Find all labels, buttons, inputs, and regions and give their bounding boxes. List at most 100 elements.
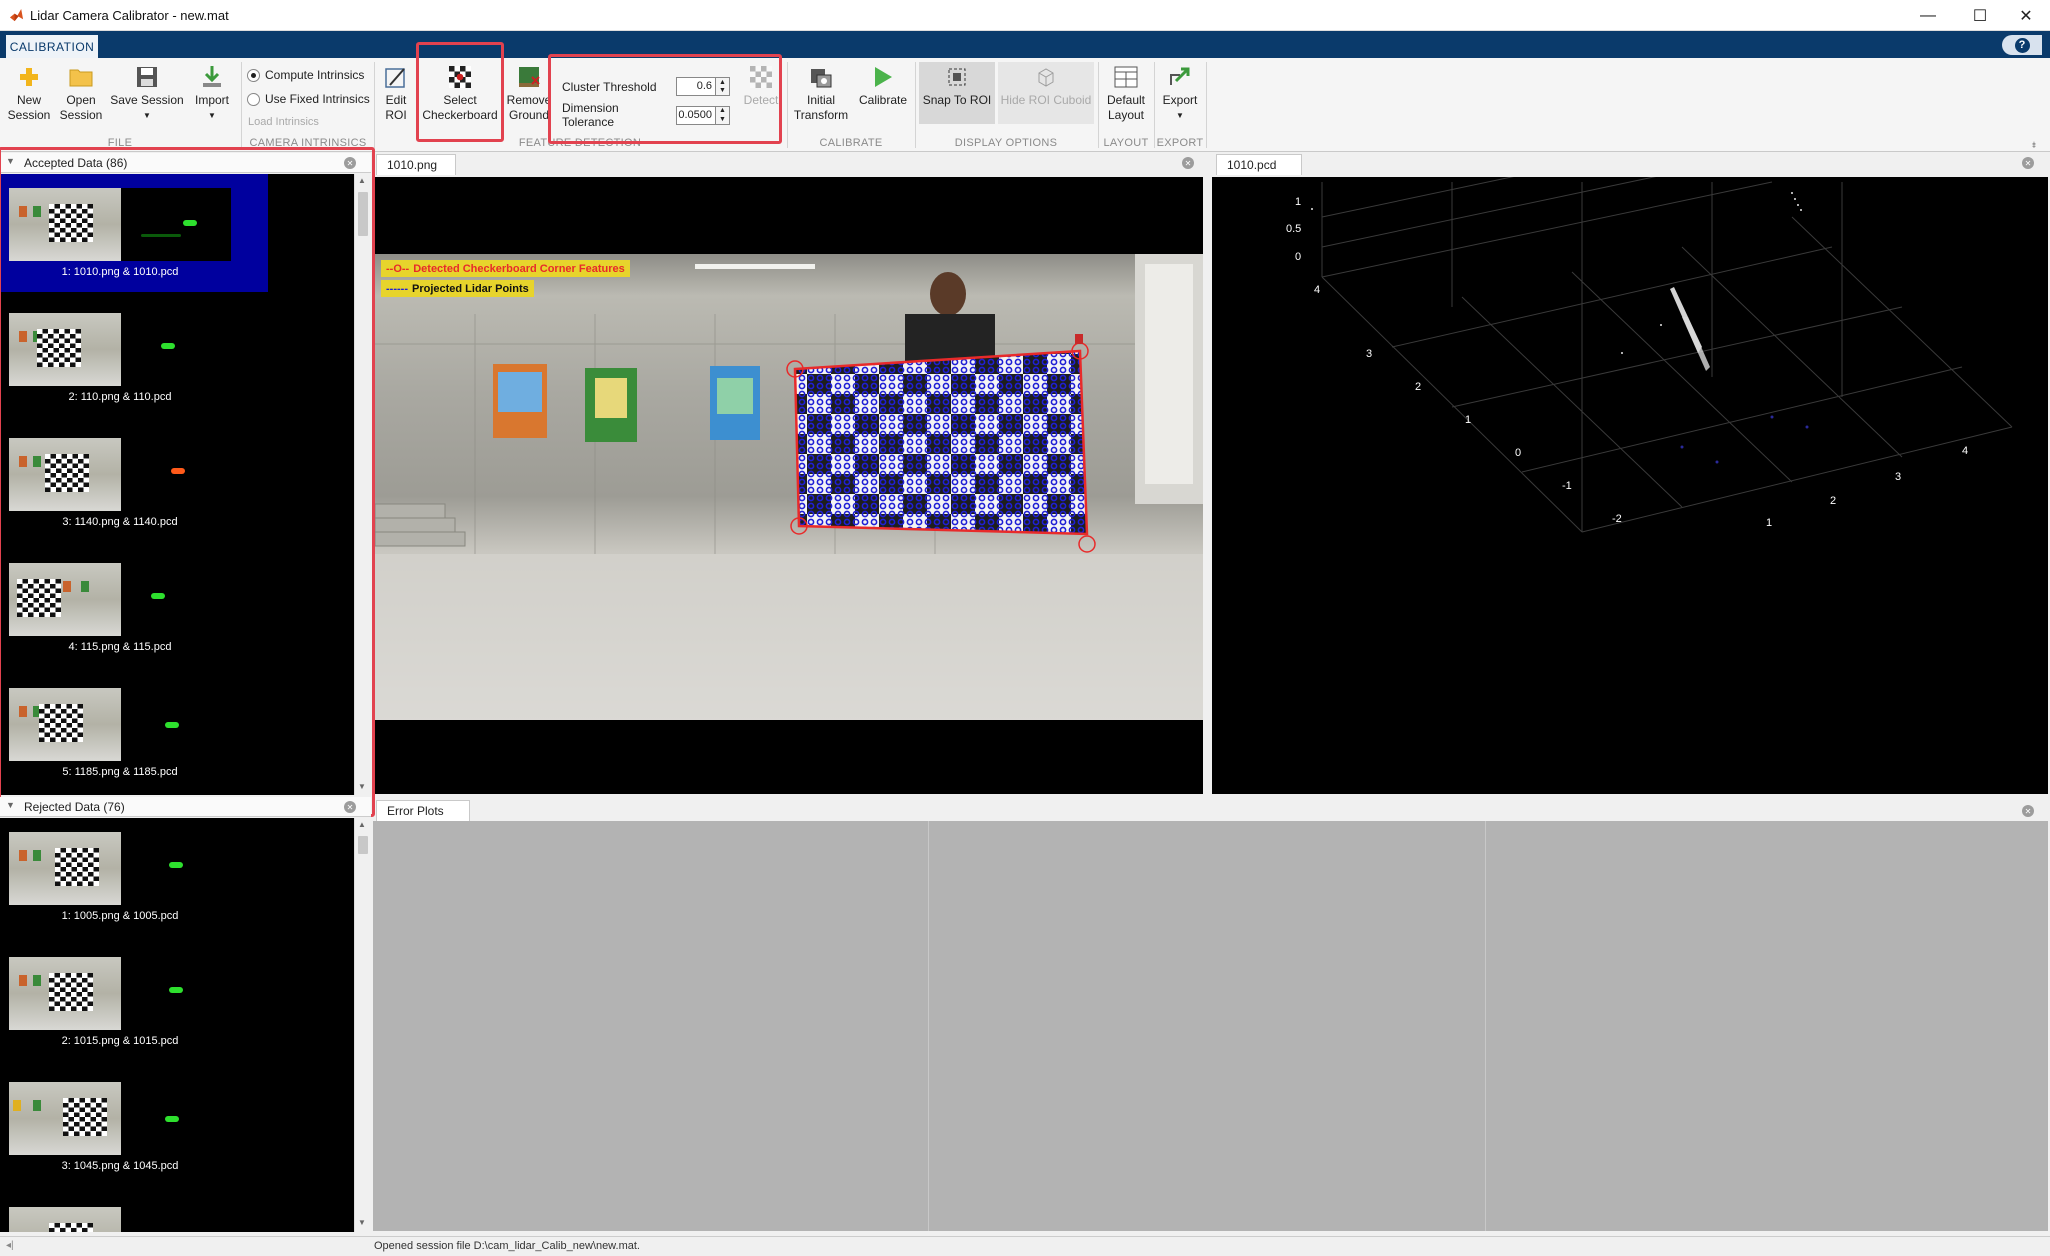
load-intrinsics-button[interactable]: Load Intrinsics <box>248 116 319 128</box>
list-item-rejected[interactable]: 3: 1045.png & 1045.pcd <box>0 1068 268 1186</box>
window-title: Lidar Camera Calibrator - new.mat <box>30 8 229 23</box>
y-tick-label: 1 <box>1465 414 1472 426</box>
new-session-button[interactable]: New Session <box>6 64 52 123</box>
open-session-button[interactable]: Open Session <box>58 64 104 123</box>
y-tick-label: 3 <box>1366 348 1373 360</box>
rejected-item-caption: 1: 1005.png & 1005.pcd <box>61 910 179 922</box>
tab-image-view[interactable]: 1010.png <box>376 154 456 175</box>
lidar-thumbnail <box>121 832 231 905</box>
camera-image: --O-- Detected Checkerboard Corner Featu… <box>375 254 1203 720</box>
status-scroll-icon[interactable]: ◂| <box>6 1240 14 1251</box>
tab-calibration[interactable]: CALIBRATION <box>6 35 98 58</box>
snap-to-roi-label: Snap To ROI <box>922 93 992 107</box>
toolstrip: New Session Open Session Save Session ▼ … <box>0 42 2050 154</box>
remove-ground-icon <box>516 64 542 90</box>
rejected-item-caption: 2: 1015.png & 1015.pcd <box>61 1035 179 1047</box>
divider <box>915 62 916 148</box>
scene-illustration <box>375 254 1203 720</box>
legend-corner-label: Detected Checkerboard Corner Features <box>413 262 625 275</box>
divider <box>787 62 788 148</box>
hide-roi-cuboid-button[interactable]: Hide ROI Cuboid <box>998 62 1094 124</box>
close-panel-icon[interactable]: ✕ <box>1182 157 1194 169</box>
new-session-label-2: Session <box>7 108 51 122</box>
rejected-scrollbar[interactable]: ▲ ▼ <box>354 818 371 1232</box>
status-text: Opened session file D:\cam_lidar_Calib_n… <box>374 1240 640 1252</box>
highlight-detection-parameters <box>548 54 782 144</box>
plot-divider <box>1485 821 1486 1231</box>
calibrate-button[interactable]: Calibrate <box>855 64 911 108</box>
close-panel-icon[interactable]: ✕ <box>344 801 356 813</box>
legend-lidar-symbol: ------ <box>386 282 408 295</box>
pointcloud-axes <box>1311 121 2013 533</box>
close-panel-icon[interactable]: ✕ <box>2022 805 2034 817</box>
status-bar: ◂| Opened session file D:\cam_lidar_Cali… <box>0 1236 2050 1256</box>
import-label: Import <box>194 93 229 107</box>
plot-divider <box>928 821 929 1231</box>
maximize-button[interactable]: ☐ <box>1957 0 2003 31</box>
x-tick-label: 1 <box>1766 517 1773 529</box>
x-tick-label: 2 <box>1830 495 1837 507</box>
image-view[interactable]: --O-- Detected Checkerboard Corner Featu… <box>375 177 1203 794</box>
y-tick-label: -2 <box>1612 513 1622 525</box>
snap-to-roi-button[interactable]: Snap To ROI <box>919 62 995 124</box>
initial-transform-button[interactable]: Initial Transform <box>791 64 851 123</box>
scroll-down-icon[interactable]: ▼ <box>358 1218 366 1227</box>
help-button[interactable]: ? <box>2002 35 2042 55</box>
open-session-label-1: Open <box>66 93 96 107</box>
rejected-data-title: Rejected Data (76) <box>24 800 125 814</box>
import-icon <box>199 64 225 90</box>
camera-image-thumbnail <box>9 957 121 1030</box>
scroll-thumb[interactable] <box>358 836 368 854</box>
save-session-dropdown-icon: ▼ <box>143 111 151 120</box>
lidar-thumbnail <box>121 957 231 1030</box>
edit-roi-label-2: ROI <box>385 108 407 122</box>
lidar-thumbnail <box>121 1082 231 1155</box>
compute-intrinsics-radio[interactable]: Compute Intrinsics <box>247 68 364 82</box>
x-tick-label: 3 <box>1895 471 1902 483</box>
scroll-up-icon[interactable]: ▲ <box>358 820 366 829</box>
initial-transform-icon <box>808 64 834 90</box>
collapse-triangle-icon[interactable]: ▼ <box>6 800 15 810</box>
import-button[interactable]: Import ▼ <box>190 64 234 123</box>
close-panel-icon[interactable]: ✕ <box>2022 157 2034 169</box>
edit-roi-icon <box>383 64 409 90</box>
remove-ground-button[interactable]: Remove Ground <box>504 64 554 123</box>
edit-roi-label-1: Edit <box>385 93 407 107</box>
help-icon: ? <box>2014 37 2030 53</box>
tab-pointcloud-view[interactable]: 1010.pcd <box>1216 154 1302 175</box>
z-tick-label: 0.5 <box>1286 223 1302 235</box>
list-item-rejected[interactable]: 1: 1005.png & 1005.pcd <box>0 818 268 936</box>
save-session-button[interactable]: Save Session ▼ <box>110 64 184 123</box>
title-bar: Lidar Camera Calibrator - new.mat — ☐ ✕ <box>0 0 2050 31</box>
rejected-data-header[interactable]: ▼ Rejected Data (76) ✕ <box>0 797 371 817</box>
close-button[interactable]: ✕ <box>2003 0 2049 31</box>
legend-corner-features: --O-- Detected Checkerboard Corner Featu… <box>381 260 630 277</box>
divider <box>241 62 242 148</box>
new-session-icon <box>16 64 42 90</box>
legend-lidar-label: Projected Lidar Points <box>411 282 529 295</box>
default-layout-label-2: Layout <box>1107 108 1145 122</box>
initial-transform-label-2: Transform <box>793 108 849 122</box>
list-item-rejected[interactable]: 2: 1015.png & 1015.pcd <box>0 943 268 1061</box>
hide-roi-cuboid-label: Hide ROI Cuboid <box>1000 93 1092 107</box>
fixed-intrinsics-label: Use Fixed Intrinsics <box>265 92 370 106</box>
fixed-intrinsics-radio[interactable]: Use Fixed Intrinsics <box>247 92 370 106</box>
compute-intrinsics-label: Compute Intrinsics <box>265 68 365 82</box>
remove-ground-label-2: Ground <box>508 108 550 122</box>
list-item-rejected[interactable] <box>0 1193 268 1232</box>
cuboid-icon <box>1033 64 1059 90</box>
default-layout-button[interactable]: Default Layout <box>1103 64 1149 123</box>
x-tick-label: 4 <box>1962 445 1969 457</box>
lidar-points <box>1311 192 1802 371</box>
collapse-toolstrip-icon[interactable]: ⯒ <box>2032 138 2036 154</box>
minimize-button[interactable]: — <box>1905 0 1951 31</box>
pointcloud-view[interactable]: 1 0.5 0 4 3 2 1 0 -1 -2 1 2 3 4 <box>1212 121 2048 794</box>
y-tick-label: -1 <box>1562 480 1572 492</box>
export-button[interactable]: Export ▼ <box>1158 64 1202 123</box>
tab-error-plots[interactable]: Error Plots <box>376 800 470 821</box>
new-session-label-1: New <box>16 93 41 107</box>
edit-roi-button[interactable]: Edit ROI <box>378 64 414 123</box>
open-session-label-2: Session <box>59 108 103 122</box>
section-layout: LAYOUT <box>1103 137 1149 149</box>
default-layout-label-1: Default <box>1106 93 1146 107</box>
